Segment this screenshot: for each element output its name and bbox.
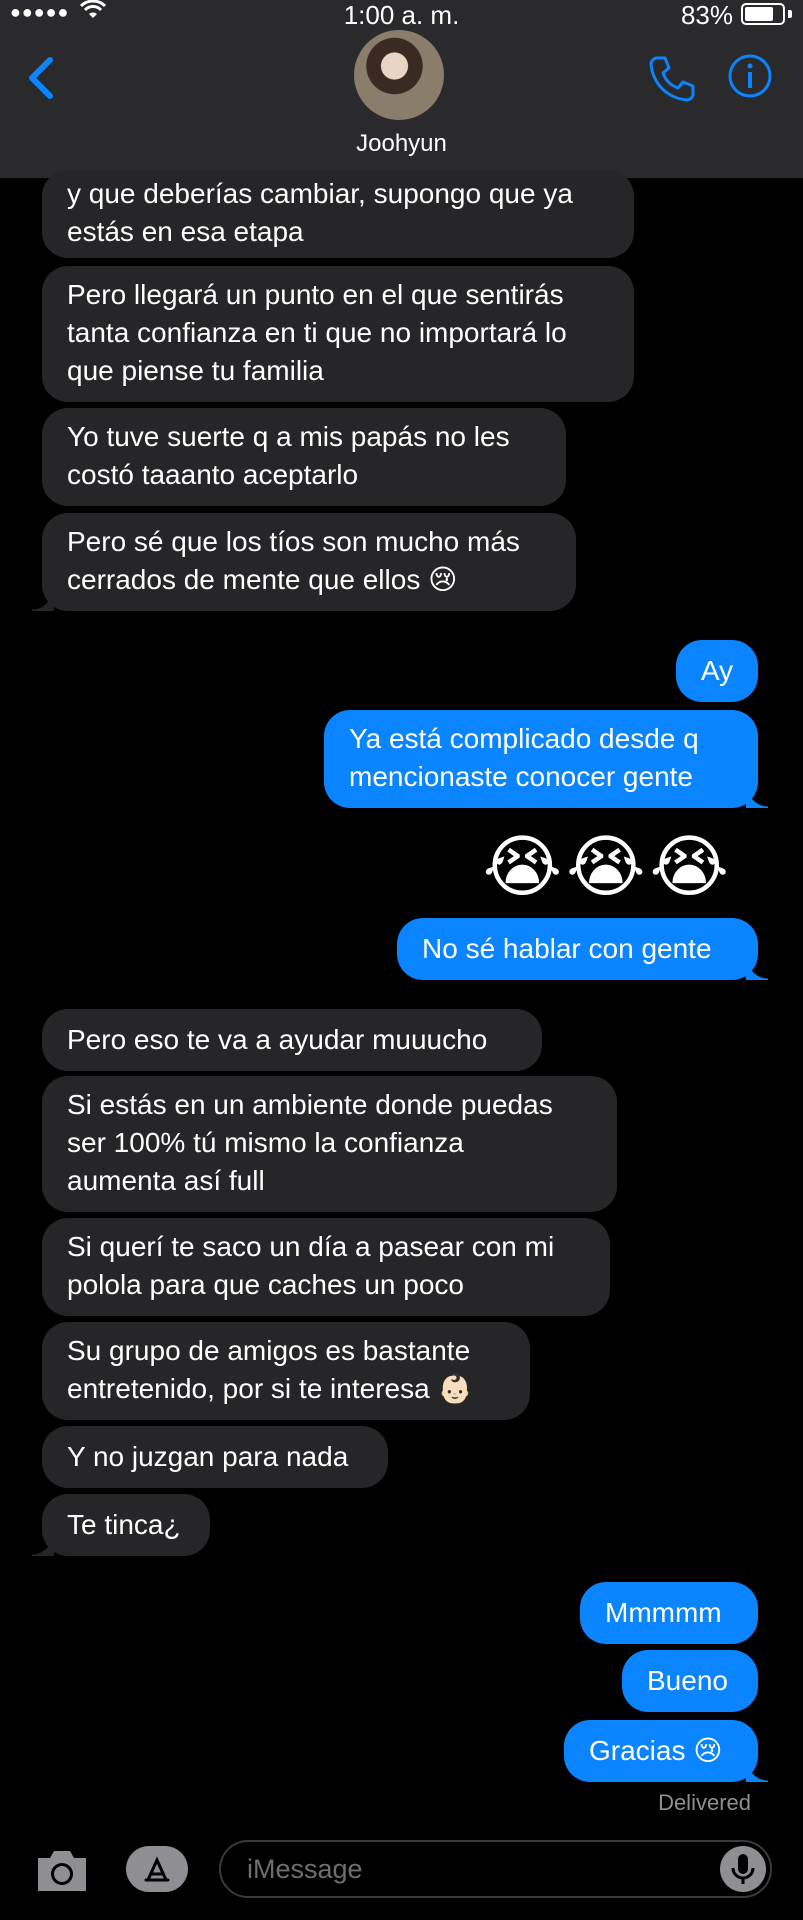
message-bubble-outgoing[interactable]: Bueno (622, 1650, 758, 1712)
contact-name[interactable]: Joohyun (0, 130, 803, 158)
phone-icon (649, 56, 695, 102)
app-store-button[interactable] (126, 1846, 188, 1892)
info-button[interactable] (727, 53, 773, 99)
message-bubble-incoming[interactable]: Pero llegará un punto en el que sentirás… (42, 266, 634, 402)
message-bubble-outgoing[interactable]: Mmmmm (580, 1582, 758, 1644)
message-bubble-incoming[interactable]: y que deberías cambiar, supongo que ya e… (42, 170, 634, 258)
message-bubble-incoming[interactable]: Pero sé que los tíos son mucho más cerra… (32, 513, 576, 611)
message-bubble-outgoing[interactable]: Gracias 😢 (564, 1720, 768, 1782)
message-bubble-incoming[interactable]: Pero eso te va a ayudar muuucho (42, 1009, 542, 1071)
message-input[interactable]: iMessage (219, 1840, 772, 1898)
chevron-left-icon (29, 57, 53, 99)
back-button[interactable] (22, 48, 62, 108)
battery-percent: 83% (680, 0, 733, 30)
microphone-button[interactable] (720, 1846, 766, 1892)
battery-tip (788, 10, 792, 18)
message-bubble-incoming[interactable]: Si estás en un ambiente donde puedas ser… (42, 1076, 617, 1212)
message-bubble-outgoing[interactable]: Ya está complicado desde q mencionaste c… (324, 710, 768, 808)
conversation-header: ●●●●● 1:00 a. m. 83% Joohyun (0, 0, 803, 178)
message-bubble-incoming[interactable]: Te tinca¿ (32, 1494, 210, 1556)
contact-avatar[interactable] (354, 30, 444, 120)
camera-icon (38, 1851, 86, 1891)
app-store-icon (144, 1856, 170, 1882)
camera-button[interactable] (34, 1848, 90, 1894)
message-bubble-outgoing[interactable]: Ay (675, 640, 758, 702)
compose-bar: iMessage (0, 1828, 803, 1920)
message-bubble-incoming[interactable]: Si querí te saco un día a pasear con mi … (42, 1218, 610, 1316)
message-thread[interactable]: y que deberías cambiar, supongo que ya e… (0, 170, 803, 1828)
microphone-icon (731, 1854, 755, 1884)
message-bubble-incoming[interactable]: Yo tuve suerte q a mis papás no les cost… (42, 408, 566, 506)
emoji-message[interactable]: 😭😭😭 (483, 828, 733, 907)
message-bubble-outgoing[interactable]: No sé hablar con gente (397, 918, 768, 980)
call-button[interactable] (645, 52, 697, 104)
battery-icon (741, 3, 785, 25)
delivery-status: Delivered (658, 1790, 751, 1815)
message-bubble-incoming[interactable]: Y no juzgan para nada (42, 1426, 388, 1488)
info-icon (728, 54, 772, 98)
message-input-placeholder: iMessage (247, 1854, 363, 1884)
message-bubble-incoming[interactable]: Su grupo de amigos es bastante entreteni… (42, 1322, 530, 1420)
status-bar: ●●●●● 1:00 a. m. 83% (0, 0, 803, 30)
